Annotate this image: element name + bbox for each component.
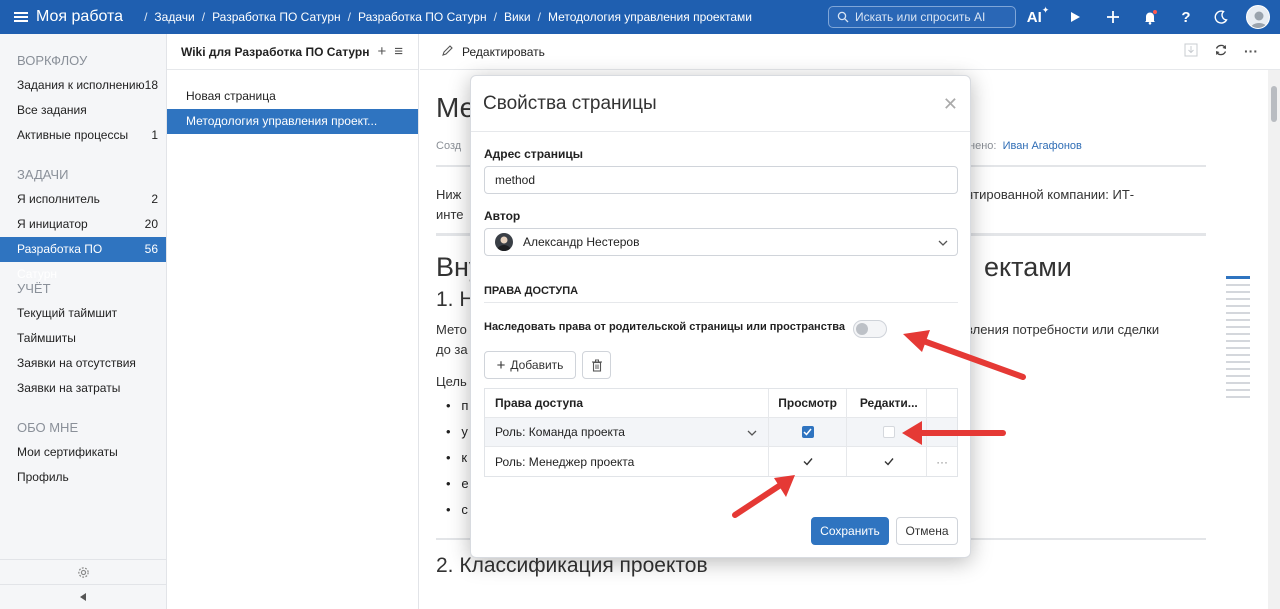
annotation-arrow [732,475,795,518]
annotation-arrow [903,330,1026,380]
annotation-arrows [732,330,1026,518]
annotation-arrow [902,421,1006,445]
